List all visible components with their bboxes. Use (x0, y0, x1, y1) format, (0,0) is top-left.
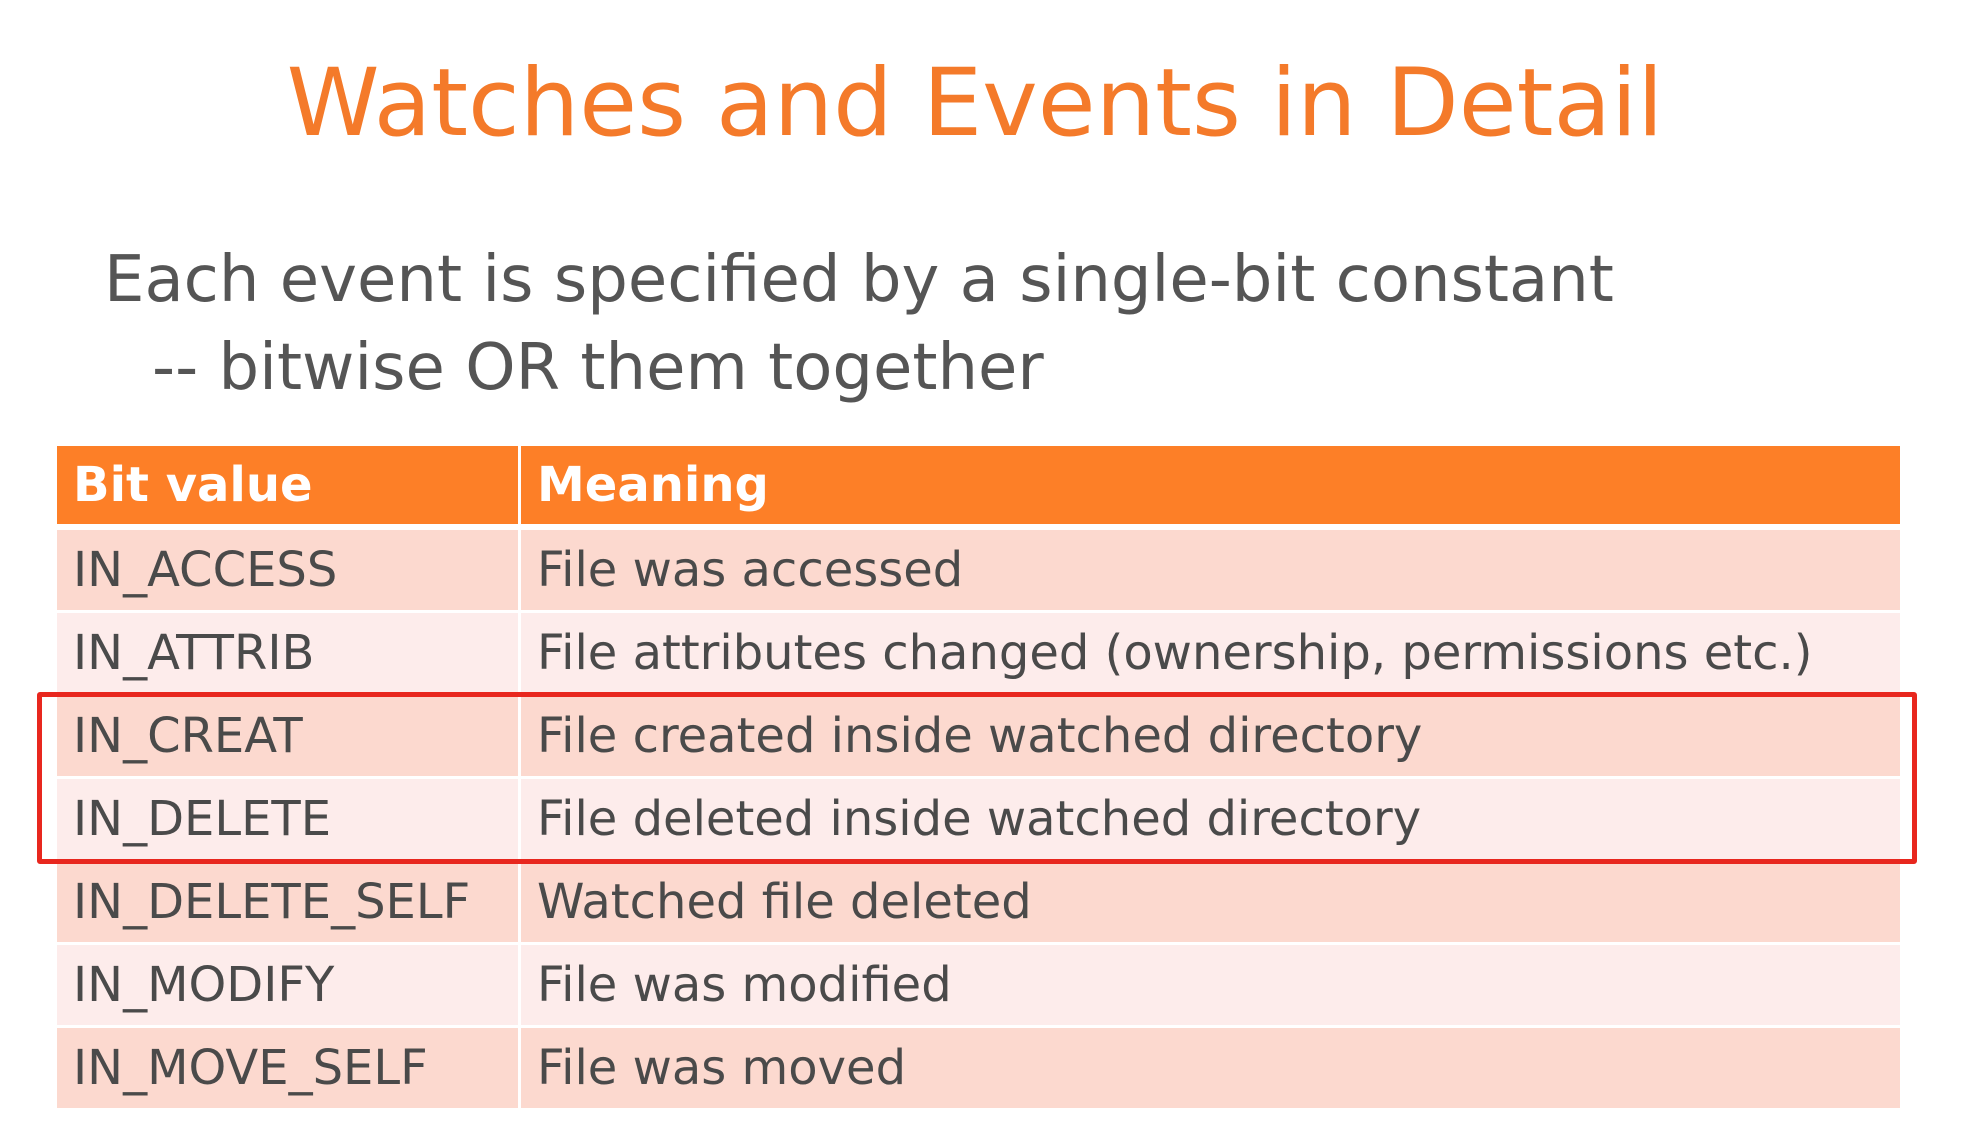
meaning-cell: Watched file deleted (518, 862, 1900, 945)
slide: Watches and Events in Detail Each event … (0, 0, 1970, 1136)
header-meaning: Meaning (518, 446, 1900, 530)
events-table: Bit value Meaning IN_ACCESS File was acc… (57, 446, 1900, 1111)
table-row: IN_MODIFY File was modified (57, 945, 1900, 1028)
table-row: IN_ACCESS File was accessed (57, 530, 1900, 613)
bit-value-cell: IN_MODIFY (57, 945, 518, 1028)
meaning-cell: File deleted inside watched directory (518, 779, 1900, 862)
subtitle-line-2: -- bitwise OR them together (152, 331, 1044, 405)
bit-value-cell: IN_ACCESS (57, 530, 518, 613)
bit-value-cell: IN_DELETE (57, 779, 518, 862)
table-row: IN_DELETE File deleted inside watched di… (57, 779, 1900, 862)
bit-value-cell: IN_CREAT (57, 696, 518, 779)
table-row: IN_MOVE_SELF File was moved (57, 1028, 1900, 1111)
bit-value-cell: IN_MOVE_SELF (57, 1028, 518, 1111)
meaning-cell: File was moved (518, 1028, 1900, 1111)
slide-title: Watches and Events in Detail (286, 49, 1664, 158)
table-row: IN_DELETE_SELF Watched file deleted (57, 862, 1900, 945)
header-bit-value: Bit value (57, 446, 518, 530)
table-row: IN_CREAT File created inside watched dir… (57, 696, 1900, 779)
bit-value-cell: IN_ATTRIB (57, 613, 518, 696)
table-header-row: Bit value Meaning (57, 446, 1900, 530)
bit-value-cell: IN_DELETE_SELF (57, 862, 518, 945)
meaning-cell: File attributes changed (ownership, perm… (518, 613, 1900, 696)
meaning-cell: File was accessed (518, 530, 1900, 613)
meaning-cell: File created inside watched directory (518, 696, 1900, 779)
table-row: IN_ATTRIB File attributes changed (owner… (57, 613, 1900, 696)
subtitle-line-1: Each event is specified by a single-bit … (104, 243, 1614, 317)
slide-subtitle: Each event is specified by a single-bit … (104, 236, 1614, 412)
meaning-cell: File was modified (518, 945, 1900, 1028)
